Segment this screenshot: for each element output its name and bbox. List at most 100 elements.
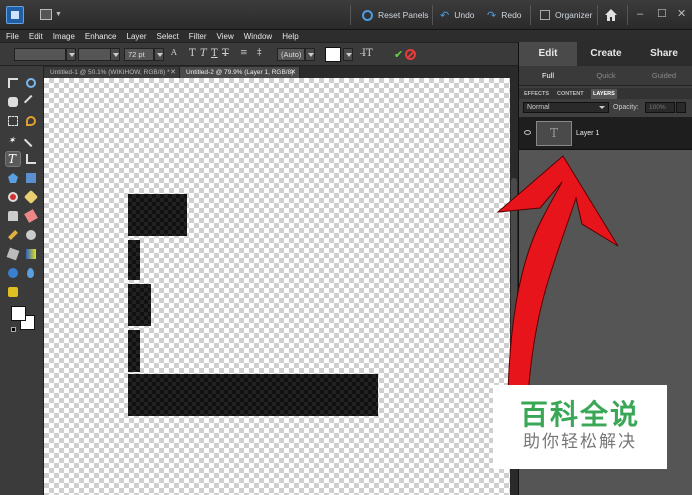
close-tab-icon[interactable]: ✕ xyxy=(290,67,296,78)
magic-wand-tool-icon[interactable]: ✶ xyxy=(6,133,20,147)
tab-quick[interactable]: Quick xyxy=(577,66,635,85)
window-layout-button[interactable]: ▼ xyxy=(40,9,62,21)
eraser-tool-icon[interactable] xyxy=(24,209,38,223)
move-tool-icon[interactable] xyxy=(6,76,20,90)
quick-selection-tool-icon[interactable] xyxy=(23,132,39,148)
tab-share[interactable]: Share xyxy=(635,42,692,66)
anti-alias-icon[interactable]: A xyxy=(171,48,177,57)
tab-full[interactable]: Full xyxy=(519,66,577,85)
tab-label: Untitled-1 @ 50.1% (WIKIHOW, RGB/8) * xyxy=(50,69,170,76)
straighten-tool-icon[interactable] xyxy=(24,171,38,185)
opacity-label: Opacity: xyxy=(613,104,639,111)
organizer-icon xyxy=(540,10,550,20)
default-colors-icon[interactable] xyxy=(11,327,16,332)
tab-edit[interactable]: Edit xyxy=(519,42,577,66)
layer-row[interactable]: T Layer 1 xyxy=(519,117,692,150)
menu-edit[interactable]: Edit xyxy=(24,30,48,42)
cookie-cutter-tool-icon[interactable] xyxy=(6,171,20,185)
menu-window[interactable]: Window xyxy=(239,30,277,42)
sponge-tool-icon[interactable] xyxy=(6,285,20,299)
app-icon xyxy=(6,6,24,24)
clone-stamp-tool-icon[interactable] xyxy=(6,209,20,223)
faux-bold-icon[interactable]: T xyxy=(189,48,196,59)
reset-panels-label: Reset Panels xyxy=(378,10,429,20)
menu-image[interactable]: Image xyxy=(48,30,80,42)
red-eye-tool-icon[interactable] xyxy=(6,190,20,204)
layer-name: Layer 1 xyxy=(576,130,600,137)
maximize-icon[interactable]: ☐ xyxy=(657,8,667,20)
cancel-icon[interactable] xyxy=(405,49,416,60)
align-icon[interactable]: ≡ xyxy=(240,48,248,58)
tab-content[interactable]: CONTENT xyxy=(555,89,586,99)
minimize-icon[interactable]: – xyxy=(637,8,643,20)
tab-layers[interactable]: LAYERS xyxy=(591,89,617,99)
text-color-dropdown[interactable] xyxy=(343,48,353,61)
menu-filter[interactable]: Filter xyxy=(184,30,212,42)
strikethrough-icon[interactable]: T xyxy=(222,48,229,59)
text-orientation-icon[interactable]: I̶T xyxy=(362,48,373,59)
leading-dropdown[interactable] xyxy=(305,48,315,61)
redo-button[interactable]: ↷ Redo xyxy=(487,8,522,22)
font-size-field[interactable]: 72 pt xyxy=(124,48,154,61)
undo-icon: ↶ xyxy=(440,9,450,22)
font-family-field[interactable] xyxy=(14,48,66,61)
undo-button[interactable]: ↶ Undo xyxy=(440,8,475,22)
eyedropper-tool-icon[interactable] xyxy=(23,94,39,110)
healing-brush-tool-icon[interactable] xyxy=(23,189,39,205)
toolbox: ✶ T xyxy=(0,66,44,495)
edit-mode-tabs: Full Quick Guided xyxy=(519,66,692,86)
menu-layer[interactable]: Layer xyxy=(122,30,152,42)
close-icon[interactable]: ✕ xyxy=(677,8,686,20)
font-size-dropdown[interactable] xyxy=(154,48,164,61)
eye-icon[interactable] xyxy=(524,130,531,135)
tab-create[interactable]: Create xyxy=(577,42,635,66)
hand-tool-icon[interactable] xyxy=(6,95,20,109)
organizer-button[interactable]: Organizer xyxy=(540,8,592,22)
opacity-field[interactable]: 100% xyxy=(645,102,675,113)
type-tool-icon[interactable]: T xyxy=(5,151,21,167)
crop-tool-icon[interactable] xyxy=(24,152,38,166)
blend-mode-dropdown[interactable]: Normal xyxy=(523,102,609,113)
zoom-tool-icon[interactable] xyxy=(24,76,38,90)
font-family-dropdown[interactable] xyxy=(66,48,76,61)
gradient-tool-icon[interactable] xyxy=(24,247,38,261)
panel-tabs: EFFECTS CONTENT LAYERS xyxy=(519,88,692,99)
lasso-tool-icon[interactable] xyxy=(24,114,38,128)
marquee-tool-icon[interactable] xyxy=(6,114,20,128)
mode-tabs: Edit Create Share xyxy=(519,42,692,66)
reset-icon xyxy=(362,9,373,21)
underline-icon[interactable]: T xyxy=(211,48,218,59)
menu-help[interactable]: Help xyxy=(277,30,303,42)
shape-tool-icon[interactable] xyxy=(6,266,20,280)
menu-file[interactable]: File xyxy=(0,30,24,42)
blur-tool-icon[interactable] xyxy=(24,266,38,280)
brush-tool-icon[interactable] xyxy=(6,228,20,242)
opacity-dropdown[interactable] xyxy=(676,102,686,113)
annotation-arrow xyxy=(496,155,619,399)
text-color-swatch[interactable] xyxy=(325,47,341,62)
tab-untitled-2[interactable]: Untitled-2 @ 79.9% (Layer 1, RGB/8) ✕ xyxy=(180,67,300,78)
reset-panels-button[interactable]: Reset Panels xyxy=(362,8,429,22)
document-canvas[interactable] xyxy=(44,78,510,495)
commit-icon[interactable]: ✔ xyxy=(394,48,403,61)
divider xyxy=(530,5,531,25)
paint-bucket-tool-icon[interactable] xyxy=(6,247,20,261)
text-layer-block xyxy=(128,194,187,236)
watermark-logo: 百科全说 助你轻松解决 xyxy=(493,385,667,469)
divider xyxy=(350,5,351,25)
menu-enhance[interactable]: Enhance xyxy=(80,30,122,42)
leading-field[interactable]: (Auto) xyxy=(277,48,305,61)
menu-view[interactable]: View xyxy=(212,30,239,42)
text-layer-block xyxy=(128,240,140,280)
tab-guided[interactable]: Guided xyxy=(635,66,692,85)
smart-brush-tool-icon[interactable] xyxy=(24,228,38,242)
home-icon[interactable] xyxy=(603,7,619,23)
menu-select[interactable]: Select xyxy=(152,30,184,42)
font-style-dropdown[interactable] xyxy=(110,48,120,61)
tab-untitled-1[interactable]: Untitled-1 @ 50.1% (WIKIHOW, RGB/8) * ✕ xyxy=(44,67,180,78)
tab-effects[interactable]: EFFECTS xyxy=(522,89,551,99)
foreground-color-swatch[interactable] xyxy=(11,306,26,321)
faux-italic-icon[interactable]: T xyxy=(200,48,207,59)
layout-icon xyxy=(40,9,52,20)
close-tab-icon[interactable]: ✕ xyxy=(170,67,176,78)
